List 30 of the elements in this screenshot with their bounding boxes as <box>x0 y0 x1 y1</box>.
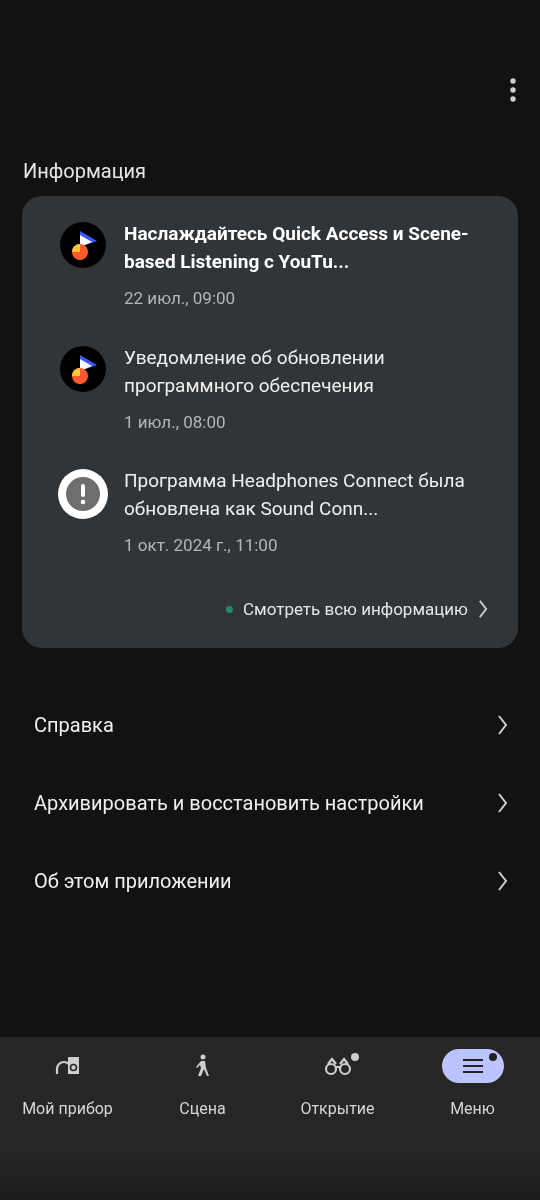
notification-item[interactable]: Уведомление об обновлении программного обеспечения 1 июл., 08:00 <box>58 343 482 435</box>
menu-list-item[interactable]: Архивировать и восстановить настройки <box>0 764 540 842</box>
app-logo-icon <box>60 222 106 268</box>
binoculars-icon <box>323 1056 352 1076</box>
walking-person-icon <box>193 1054 212 1078</box>
menu-icon <box>461 1057 484 1075</box>
section-title: Информация <box>23 159 147 183</box>
chevron-right-icon <box>497 714 508 736</box>
notification-title: Программа Headphones Connect была обновлена как Sound Conn... <box>124 468 466 522</box>
chevron-right-icon <box>497 792 508 814</box>
chevron-right-icon <box>478 599 488 620</box>
alert-icon <box>58 469 108 519</box>
nav-tab[interactable]: Мой прибор <box>0 1049 135 1200</box>
notification-time: 1 июл., 08:00 <box>124 410 227 434</box>
notification-item[interactable]: Программа Headphones Connect была обновлена как Sound Conn... 1 окт. 2024 г., 11:00 <box>58 467 482 559</box>
nav-tab[interactable]: Меню <box>405 1049 540 1200</box>
menu-list-item[interactable]: Справка <box>0 686 540 764</box>
more-options-icon[interactable] <box>510 78 516 102</box>
app-logo-icon <box>60 345 106 392</box>
see-all-link[interactable]: Смотреть всю информацию <box>243 596 468 622</box>
chevron-right-icon <box>497 870 508 892</box>
headphones-speaker-icon <box>54 1055 81 1077</box>
nav-tab[interactable]: Сцена <box>135 1049 270 1200</box>
menu-list-item[interactable]: Об этом приложении <box>0 842 540 920</box>
notification-item[interactable]: Наслаждайтесь Quick Access и Scene-based Listening с YouTu... 22 июл., 09:00 <box>58 220 482 312</box>
notification-title: Уведомление об обновлении программного обеспечения <box>124 344 386 399</box>
notification-time: 1 окт. 2024 г., 11:00 <box>124 534 279 557</box>
nav-tab[interactable]: Открытие <box>270 1049 405 1200</box>
notification-title: Наслаждайтесь Quick Access и Scene-based Listening с YouTu... <box>124 221 470 275</box>
notification-time: 22 июл., 09:00 <box>124 287 237 310</box>
